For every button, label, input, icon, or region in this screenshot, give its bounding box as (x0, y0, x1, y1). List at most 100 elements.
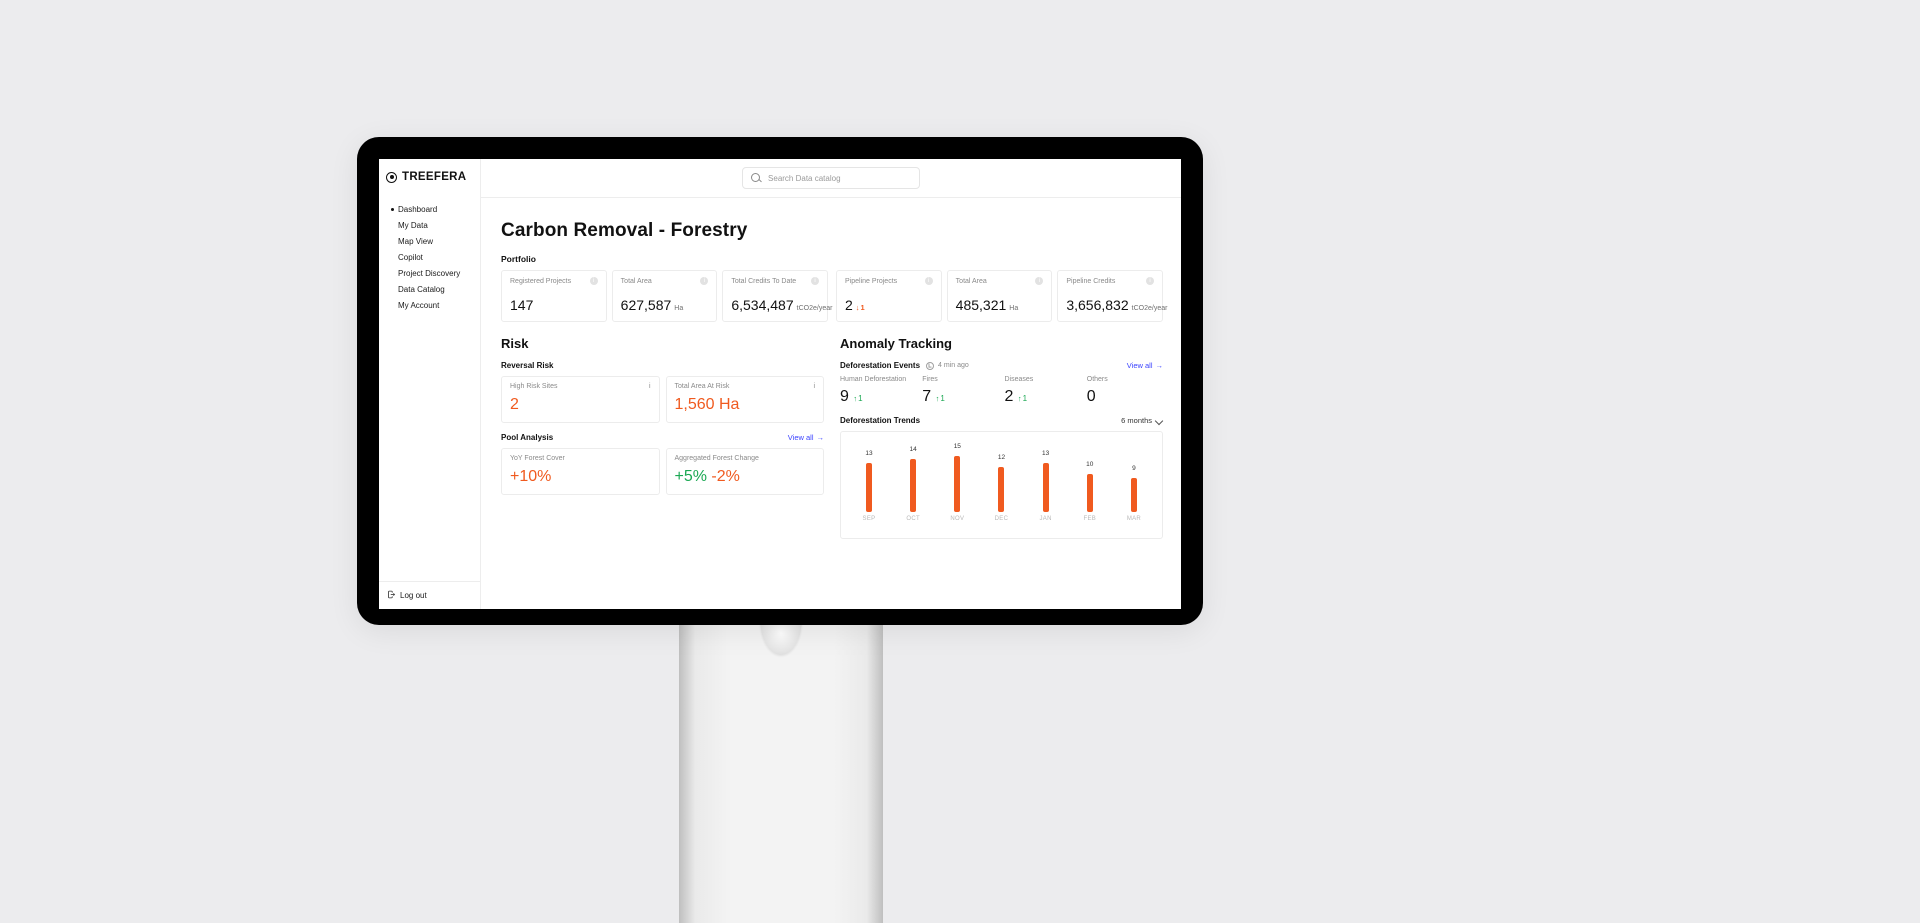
anomaly-panel: Anomaly Tracking Deforestation Events 4 … (840, 336, 1163, 539)
tile-delta: 1 (853, 394, 862, 403)
nav-item-map-view[interactable]: Map View (391, 237, 472, 246)
chart-bar-label: 15 (954, 443, 961, 450)
info-icon[interactable]: i (811, 277, 819, 285)
brand[interactable]: TREEFERA (379, 159, 480, 195)
topbar (481, 159, 1181, 198)
info-icon[interactable]: i (925, 277, 933, 285)
app: TREEFERA Dashboard My Data Map View Copi… (379, 159, 1181, 609)
card-label: YoY Forest Cover (510, 455, 565, 462)
kpi-total-credits: Total Credits To Datei 6,534,487tCO2e/ye… (722, 270, 828, 322)
chart-bar-rect (866, 463, 872, 512)
kpi-label: Total Credits To Date (731, 278, 796, 285)
kpi-label: Registered Projects (510, 278, 571, 285)
kpi-pipeline-projects: Pipeline Projects i 21 (836, 270, 942, 322)
tile-human-deforestation: Human Deforestation 9 1 (840, 376, 916, 406)
kpi-label: Total Area (956, 278, 987, 285)
arrow-right-icon: → (817, 433, 825, 442)
chart-axis: SEPOCTNOVDECJANFEBMAR (849, 512, 1154, 522)
kpi-value: 2 (845, 297, 853, 313)
kpi-unit: Ha (674, 305, 683, 312)
deforestation-trends-title: Deforestation Trends (840, 416, 920, 425)
kpi-unit: tCO2e/year (797, 305, 833, 312)
monitor-frame: TREEFERA Dashboard My Data Map View Copi… (357, 137, 1203, 625)
risk-title: Risk (501, 336, 824, 351)
info-icon[interactable]: i (813, 383, 815, 390)
chart-bar-label: 13 (1042, 450, 1049, 457)
tile-label: Others (1087, 376, 1163, 383)
chart-bar: 15 (943, 443, 971, 512)
nav-item-data-catalog[interactable]: Data Catalog (391, 285, 472, 294)
card-value: +5% -2% (675, 468, 816, 486)
kpi-unit: tCO2e/year (1132, 305, 1168, 312)
chart-axis-label: OCT (899, 516, 927, 522)
nav-label: My Data (398, 221, 428, 230)
active-dot-icon (391, 208, 394, 211)
chart-bar: 14 (899, 446, 927, 512)
search-box[interactable] (742, 167, 920, 189)
chart-bar-rect (1087, 474, 1093, 512)
nav-item-my-data[interactable]: My Data (391, 221, 472, 230)
chart-bar-label: 9 (1132, 465, 1136, 472)
info-icon[interactable]: i (1146, 277, 1154, 285)
nav-item-copilot[interactable]: Copilot (391, 253, 472, 262)
anomaly-title: Anomaly Tracking (840, 336, 1163, 351)
card-label: Total Area At Risk (675, 383, 730, 390)
kpi-registered-projects: Registered Projectsi 147 (501, 270, 607, 322)
search-icon (751, 173, 760, 183)
trends-chart: 1314151213109 SEPOCTNOVDECJANFEBMAR (840, 431, 1163, 539)
brand-target-icon (386, 172, 397, 183)
chart-bars: 1314151213109 (849, 442, 1154, 512)
card-label: Aggregated Forest Change (675, 455, 759, 462)
tile-delta: 1 (936, 394, 945, 403)
monitor-stand (679, 625, 883, 923)
nav-label: Data Catalog (398, 285, 445, 294)
nav-label: My Account (398, 301, 439, 310)
kpi-label: Total Area (621, 278, 652, 285)
chart-bar-rect (910, 459, 916, 512)
kpi-value: 3,656,832 (1066, 297, 1128, 313)
kpi-delta: 1 (856, 303, 865, 312)
pool-view-all-link[interactable]: View all→ (788, 433, 824, 442)
chevron-down-icon (1156, 417, 1163, 424)
chart-bar: 12 (987, 454, 1015, 512)
info-icon[interactable]: i (590, 277, 598, 285)
tile-value: 7 1 (922, 388, 998, 406)
events-ago: 4 min ago (926, 362, 969, 370)
kpi-label: Pipeline Credits (1066, 278, 1115, 285)
nav-label: Project Discovery (398, 269, 460, 278)
kpi-pipeline-total-area: Total Areai 485,321Ha (947, 270, 1053, 322)
portfolio-pipeline-group: Pipeline Projects i 21 Total Area i 485,32… (836, 270, 1163, 322)
portfolio-title: Portfolio (501, 254, 1163, 264)
events-view-all-link[interactable]: View all→ (1127, 361, 1163, 370)
info-icon[interactable]: i (1035, 277, 1043, 285)
kpi-label: Pipeline Projects (845, 278, 897, 285)
nav-item-dashboard[interactable]: Dashboard (391, 205, 472, 214)
info-icon[interactable]: i (700, 277, 708, 285)
nav-item-my-account[interactable]: My Account (391, 301, 472, 310)
kpi-total-area: Total Areai 627,587Ha (612, 270, 718, 322)
portfolio-registered-group: Registered Projectsi 147 Total Areai 627… (501, 270, 828, 322)
content: Carbon Removal - Forestry Portfolio Regi… (481, 198, 1181, 609)
logout-label: Log out (400, 591, 427, 600)
chart-bar: 9 (1120, 465, 1148, 512)
kpi-value: 485,321 (956, 297, 1007, 313)
nav-label: Copilot (398, 253, 423, 262)
nav-item-project-discovery[interactable]: Project Discovery (391, 269, 472, 278)
chart-axis-label: DEC (987, 516, 1015, 522)
search-input[interactable] (766, 173, 911, 184)
chart-axis-label: JAN (1032, 516, 1060, 522)
brand-name: TREEFERA (402, 171, 466, 183)
chart-bar: 13 (1032, 450, 1060, 512)
logout-button[interactable]: Log out (379, 581, 480, 609)
tile-label: Diseases (1005, 376, 1081, 383)
history-icon (926, 362, 934, 370)
chart-bar-label: 14 (910, 446, 917, 453)
card-yoy-forest-cover: YoY Forest Cover +10% (501, 448, 660, 495)
trends-range-dropdown[interactable]: 6 months (1121, 416, 1163, 425)
chart-bar-rect (1043, 463, 1049, 512)
card-label: High Risk Sites (510, 383, 557, 390)
nav: Dashboard My Data Map View Copilot Proje… (379, 195, 480, 317)
chart-bar-label: 12 (998, 454, 1005, 461)
info-icon[interactable]: i (649, 383, 651, 390)
tile-label: Fires (922, 376, 998, 383)
